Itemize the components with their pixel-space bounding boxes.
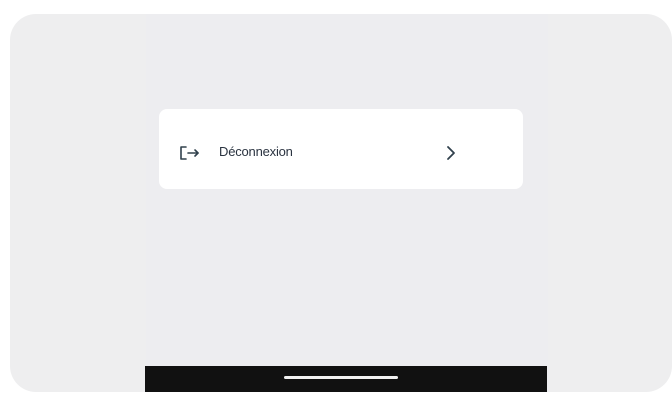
logout-icon — [180, 146, 199, 160]
app-screen — [146, 14, 548, 392]
menu-card: Déconnexion — [159, 109, 523, 189]
logout-label: Déconnexion — [219, 144, 293, 159]
device-frame: Déconnexion — [10, 14, 672, 392]
chevron-right-icon — [447, 146, 455, 160]
home-bar — [145, 366, 547, 392]
home-indicator[interactable] — [284, 376, 398, 379]
logout-menu-item[interactable]: Déconnexion — [159, 109, 523, 189]
